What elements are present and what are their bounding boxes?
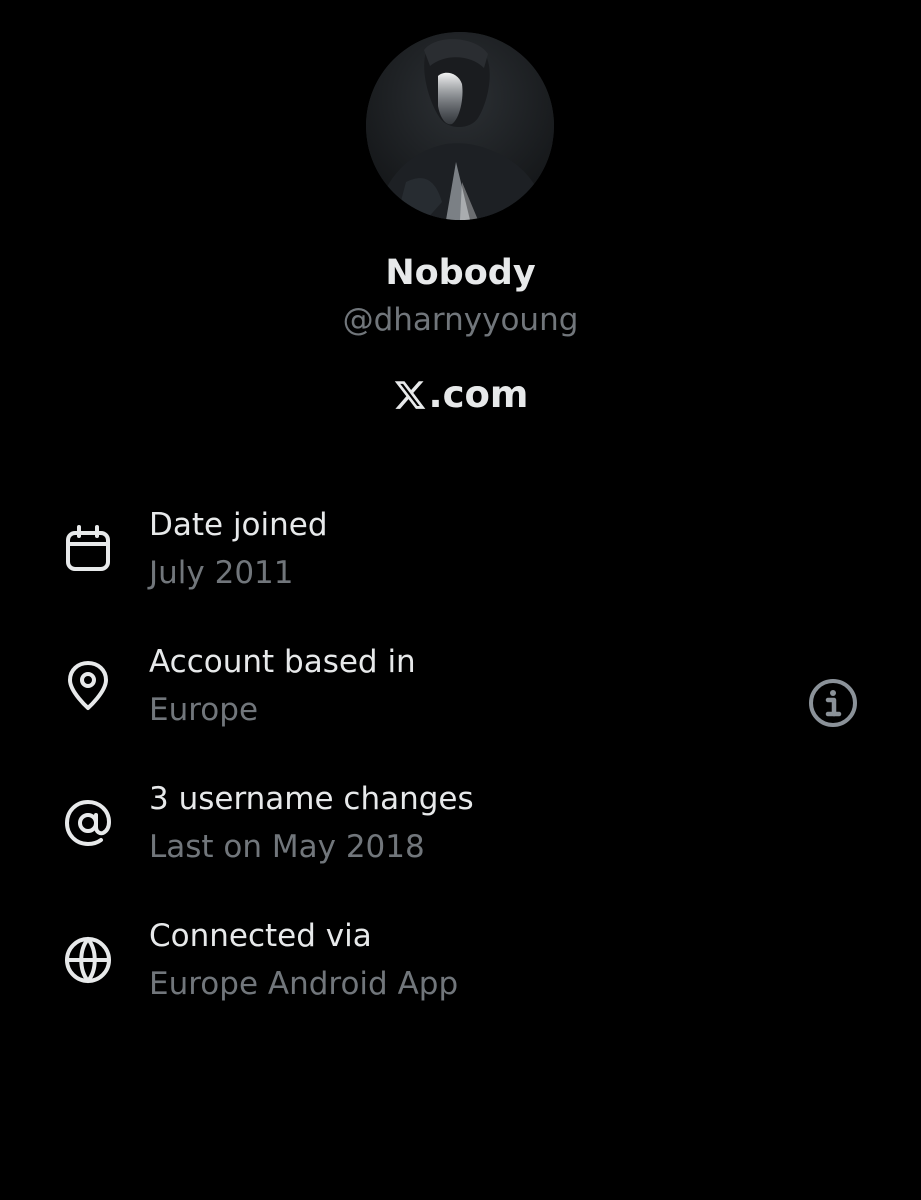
detail-title: Date joined [149, 507, 328, 543]
detail-row-date-joined: Date joined July 2011 [0, 503, 921, 613]
x-logo-icon [394, 381, 425, 409]
location-pin-icon [62, 660, 114, 712]
detail-value: July 2011 [149, 555, 294, 591]
detail-value: Europe [149, 692, 259, 728]
detail-title: Connected via [149, 918, 372, 954]
detail-title: Account based in [149, 644, 416, 680]
detail-row-connected-via: Connected via Europe Android App [0, 914, 921, 1024]
detail-value: Europe Android App [149, 966, 459, 1002]
brand-label: .com [0, 370, 921, 420]
detail-row-username-changes: 3 username changes Last on May 2018 [0, 777, 921, 887]
at-sign-icon [62, 797, 114, 849]
brand-domain: .com [428, 373, 529, 416]
detail-row-account-based-in: Account based in Europe [0, 640, 921, 750]
info-icon[interactable] [808, 678, 858, 728]
username-handle: @dharnyyoung [342, 302, 579, 338]
detail-title: 3 username changes [149, 781, 474, 817]
detail-value: Last on May 2018 [149, 829, 425, 865]
calendar-icon [62, 523, 114, 575]
display-name: Nobody [385, 253, 536, 293]
avatar[interactable] [366, 32, 554, 220]
avatar-image [366, 32, 554, 220]
globe-icon [62, 934, 114, 986]
